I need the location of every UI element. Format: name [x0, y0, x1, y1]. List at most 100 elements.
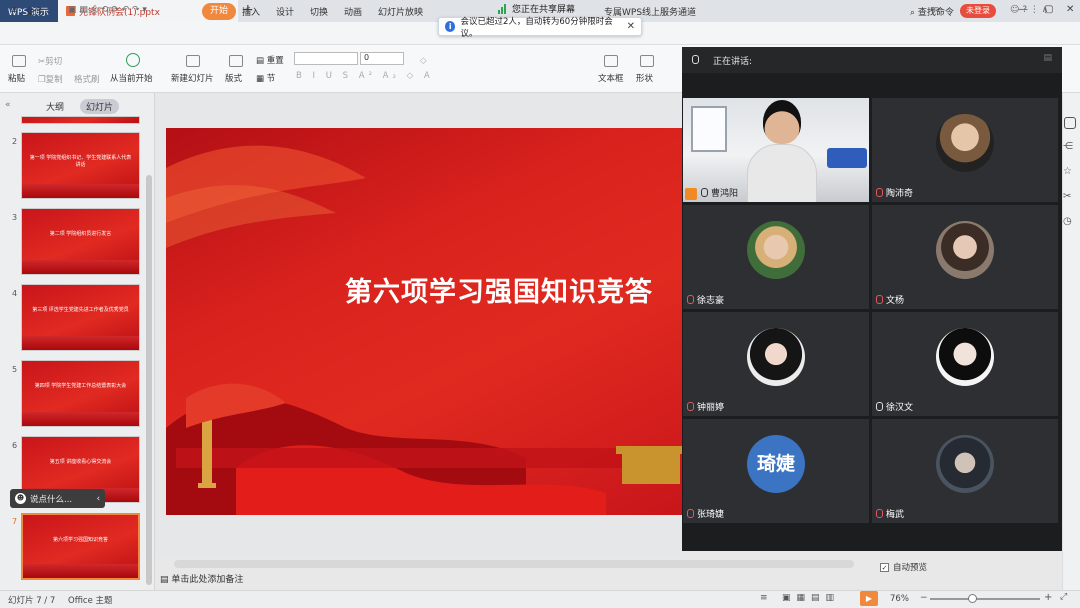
format-painter-button[interactable]: 格式刷: [74, 73, 100, 85]
slide-thumbnail[interactable]: 第三项 评选学生党建先进工作者及优秀党员: [21, 284, 140, 351]
properties-icon[interactable]: [1064, 117, 1076, 129]
checkbox-checked-icon[interactable]: ✓: [880, 562, 889, 572]
notes-toggle-icon[interactable]: ≡: [760, 593, 768, 603]
paste-button[interactable]: 粘贴: [8, 72, 25, 84]
notes-placeholder: 单击此处添加备注: [171, 575, 244, 585]
textbox-button[interactable]: 文本框: [598, 72, 624, 84]
participant-name: 徐志豪: [687, 293, 724, 306]
notes-area[interactable]: ▤ 单击此处添加备注: [160, 572, 243, 585]
participant-tile[interactable]: 徐志豪: [683, 205, 869, 309]
participant-name: 曹鸿阳: [701, 186, 738, 199]
auto-preview-toggle[interactable]: ✓ 自动预览: [880, 561, 927, 573]
thumbnail-decoration: [22, 260, 139, 274]
shape-icon[interactable]: [640, 55, 654, 67]
collapse-chat-icon[interactable]: ‹: [97, 494, 100, 504]
thumbnail-decoration: [22, 412, 139, 426]
mic-muted-icon: [876, 295, 883, 304]
clear-format-icon[interactable]: ◇: [420, 56, 427, 66]
slide-thumbnail-selected[interactable]: 第六项学习强国知识竞答: [21, 513, 140, 580]
zoom-slider-handle[interactable]: [968, 594, 977, 603]
slide-title[interactable]: 第六项学习强国知识竞答: [345, 270, 653, 309]
info-icon: i: [445, 21, 456, 32]
avatar: [936, 328, 994, 386]
participant-tile[interactable]: 文杨: [872, 205, 1058, 309]
zoom-out-icon[interactable]: −: [920, 593, 928, 603]
screen-share-status: 您正在共享屏幕: [498, 2, 575, 15]
signal-icon: [498, 3, 508, 14]
copy-label: 复制: [45, 75, 63, 85]
share-icon[interactable]: ⋲: [1063, 141, 1073, 152]
slide-decoration: [166, 145, 686, 515]
layout-icon[interactable]: [229, 55, 243, 67]
mic-icon: [701, 188, 708, 197]
login-button[interactable]: 未登录: [960, 4, 996, 18]
close-notice-icon[interactable]: ✕: [627, 21, 635, 32]
clock-icon[interactable]: ◷: [1063, 216, 1072, 227]
participant-name-label: 张琦婕: [697, 510, 725, 520]
cut-button[interactable]: ✂剪切: [38, 55, 62, 67]
shape-button[interactable]: 形状: [636, 72, 653, 84]
view-mode-buttons[interactable]: ▣▦▤▥: [782, 593, 840, 603]
reset-button[interactable]: ▤ 重置: [256, 54, 284, 66]
menu-design[interactable]: 设计: [276, 5, 294, 18]
participant-tile[interactable]: 徐汉文: [872, 312, 1058, 416]
help-icons[interactable]: ☺ ? ⋮ ∧: [1010, 5, 1048, 15]
mic-icon[interactable]: [692, 55, 699, 64]
participant-name: 文杨: [876, 293, 904, 306]
zoom-in-icon[interactable]: +: [1044, 592, 1052, 603]
design-icon[interactable]: ✂: [1063, 191, 1071, 202]
hamburger-icon[interactable]: ≡: [10, 5, 18, 16]
menu-file[interactable]: 文件: [25, 5, 43, 18]
chat-input[interactable]: ☻ 说点什么... ‹: [10, 489, 105, 508]
slide-thumbnail[interactable]: 第四项 学院学生党建工作总结暨表彰大会: [21, 360, 140, 427]
collapse-pane-icon[interactable]: «: [5, 100, 11, 110]
slide-thumbnail[interactable]: 第一项 学院党组织书记、学生党建联系人代表讲话: [21, 132, 140, 199]
menu-start-tab[interactable]: 开始: [202, 3, 237, 20]
panel-menu-icon[interactable]: ▤: [1043, 53, 1052, 63]
menu-insert[interactable]: 插入: [242, 5, 260, 18]
menu-transition[interactable]: 切换: [310, 5, 328, 18]
search-command[interactable]: ⌕ 查找命令: [910, 5, 954, 18]
new-slide-button[interactable]: 新建幻灯片: [171, 72, 214, 84]
paste-icon[interactable]: [12, 55, 26, 67]
font-family-select[interactable]: [294, 52, 358, 65]
copy-button[interactable]: ❐复制: [38, 73, 63, 85]
zoom-level[interactable]: 76%: [890, 594, 909, 604]
layout-button[interactable]: 版式: [225, 72, 242, 84]
font-style-buttons[interactable]: B I U S A² A₂ ◇ A: [296, 71, 434, 81]
close-window-button[interactable]: ✕: [1066, 4, 1074, 15]
from-current-button[interactable]: 从当前开始: [110, 72, 153, 84]
participant-video[interactable]: 曹鸿阳: [683, 98, 869, 202]
tab-outline[interactable]: 大纲: [40, 99, 70, 114]
animation-icon[interactable]: ☆: [1063, 166, 1072, 177]
avatar: [936, 435, 994, 493]
play-slideshow-button[interactable]: ▶: [860, 591, 878, 606]
slide-number: 6: [12, 441, 18, 450]
slide-thumbnail[interactable]: 第二项 学院组织员进行发言: [21, 208, 140, 275]
quick-access-toolbar[interactable]: ▣ ▤ ⎙ ⟲ ⟳ ↶ ↷ ▾: [68, 5, 147, 15]
section-button[interactable]: ▦ 节: [256, 72, 275, 84]
participant-tile[interactable]: 琦婕 张琦婕: [683, 419, 869, 523]
menu-animation[interactable]: 动画: [344, 5, 362, 18]
emoji-icon[interactable]: ☻: [15, 493, 26, 504]
participant-tile[interactable]: 梅武: [872, 419, 1058, 523]
slide-canvas[interactable]: [166, 128, 696, 515]
slide-pane-scrollbar[interactable]: [146, 175, 152, 585]
participant-tile[interactable]: 陶沛奇: [872, 98, 1058, 202]
participant-name: 张琦婕: [687, 507, 724, 520]
screen-share-label: 您正在共享屏幕: [512, 5, 576, 15]
textbox-icon[interactable]: [604, 55, 618, 67]
editor-scrollbar[interactable]: [174, 560, 854, 568]
avatar: [747, 328, 805, 386]
menu-slideshow[interactable]: 幻灯片放映: [378, 5, 423, 18]
slide-thumbnail-1[interactable]: [21, 116, 140, 124]
participant-tile[interactable]: 钟丽婷: [683, 312, 869, 416]
zoom-slider[interactable]: [930, 598, 1040, 600]
play-from-current-icon[interactable]: [126, 53, 140, 67]
fit-window-icon[interactable]: ⤢: [1060, 592, 1067, 602]
host-icon: [685, 188, 697, 200]
font-size-select[interactable]: 0: [360, 52, 404, 65]
tab-slides[interactable]: 幻灯片: [80, 99, 120, 114]
avatar: [747, 221, 805, 279]
new-slide-icon[interactable]: [186, 55, 200, 67]
